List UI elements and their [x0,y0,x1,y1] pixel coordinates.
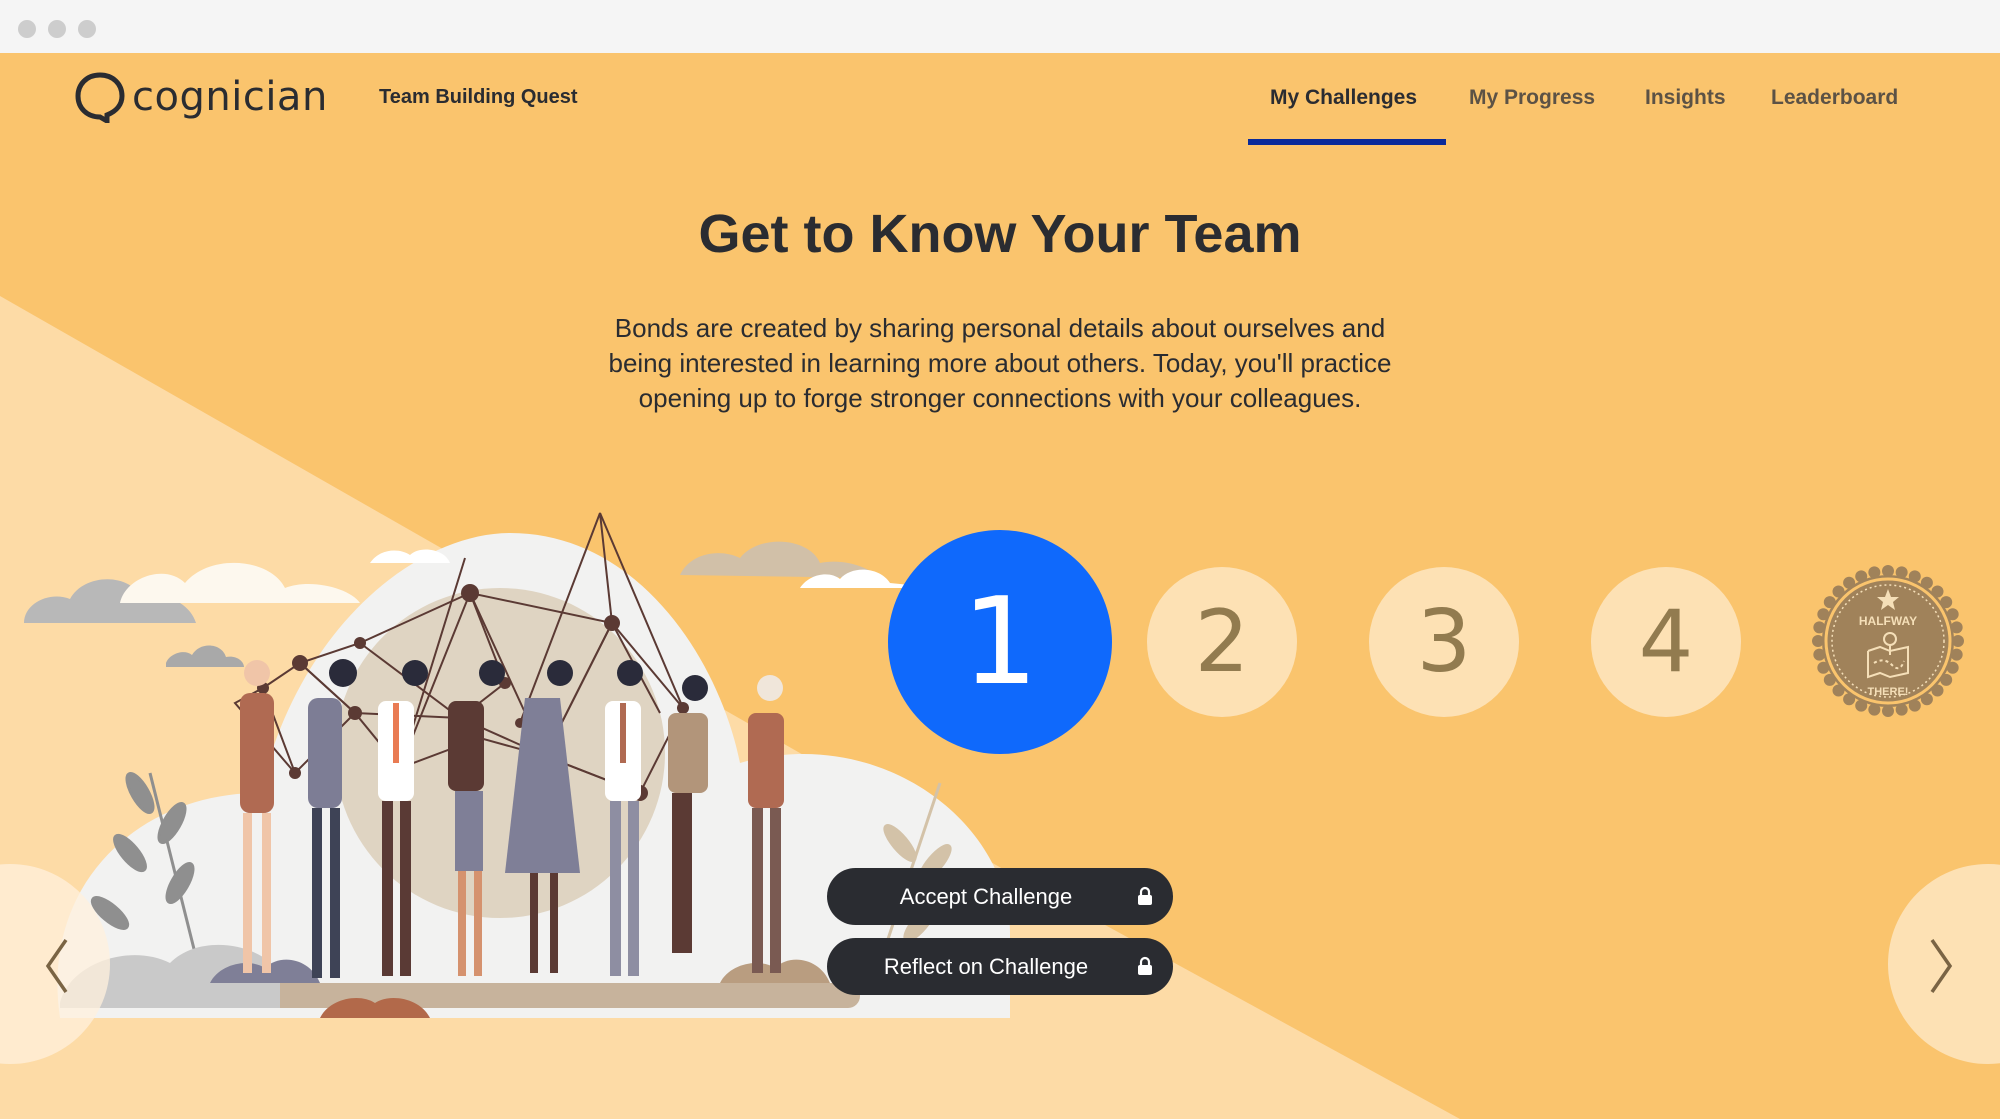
badge-line2: THERE! [1868,686,1909,698]
page-title: Get to Know Your Team [698,204,1302,264]
window-minimize-button[interactable] [48,20,66,38]
challenge-description: Bonds are created by sharing personal de… [608,313,1392,413]
window-close-button[interactable] [18,20,36,38]
accept-challenge-label: Accept Challenge [899,883,1073,909]
step-4-button[interactable]: 4 [1591,567,1741,717]
challenge-page: cognician Team Building Quest My Challen… [0,53,2000,1119]
window-maximize-button[interactable] [78,20,96,38]
reflect-challenge-label: Reflect on Challenge [883,953,1089,979]
halfway-badge[interactable]: HALFWAY THERE! [1812,565,1964,717]
tab-my-challenges[interactable]: My Challenges [1270,86,1417,110]
lock-icon [1138,956,1152,975]
step-1-button[interactable]: 1 [888,530,1112,754]
chevron-left-icon [45,939,68,993]
app-title: Team Building Quest [379,86,578,108]
tab-my-progress[interactable]: My Progress [1469,86,1595,110]
logo-text: cognician [132,74,328,120]
tab-insights[interactable]: Insights [1645,86,1726,110]
cloud-icon [120,562,360,603]
reflect-challenge-button[interactable]: Reflect on Challenge [827,938,1173,995]
chevron-right-icon [1930,939,1953,993]
speech-bubble-icon [75,72,125,123]
accept-challenge-button[interactable]: Accept Challenge [827,868,1173,925]
cloud-icon [166,645,244,667]
top-nav: cognician Team Building Quest My Challen… [0,53,2000,148]
active-tab-indicator [1248,139,1446,145]
window-titlebar [0,0,2000,53]
step-3-button[interactable]: 3 [1369,567,1519,717]
tab-leaderboard[interactable]: Leaderboard [1771,86,1898,110]
badge-seal-icon: HALFWAY THERE! [1812,565,1964,717]
step-2-button[interactable]: 2 [1147,567,1297,717]
cognician-logo[interactable]: cognician [74,71,328,123]
lock-icon [1138,886,1152,905]
badge-line1: HALFWAY [1859,614,1917,628]
